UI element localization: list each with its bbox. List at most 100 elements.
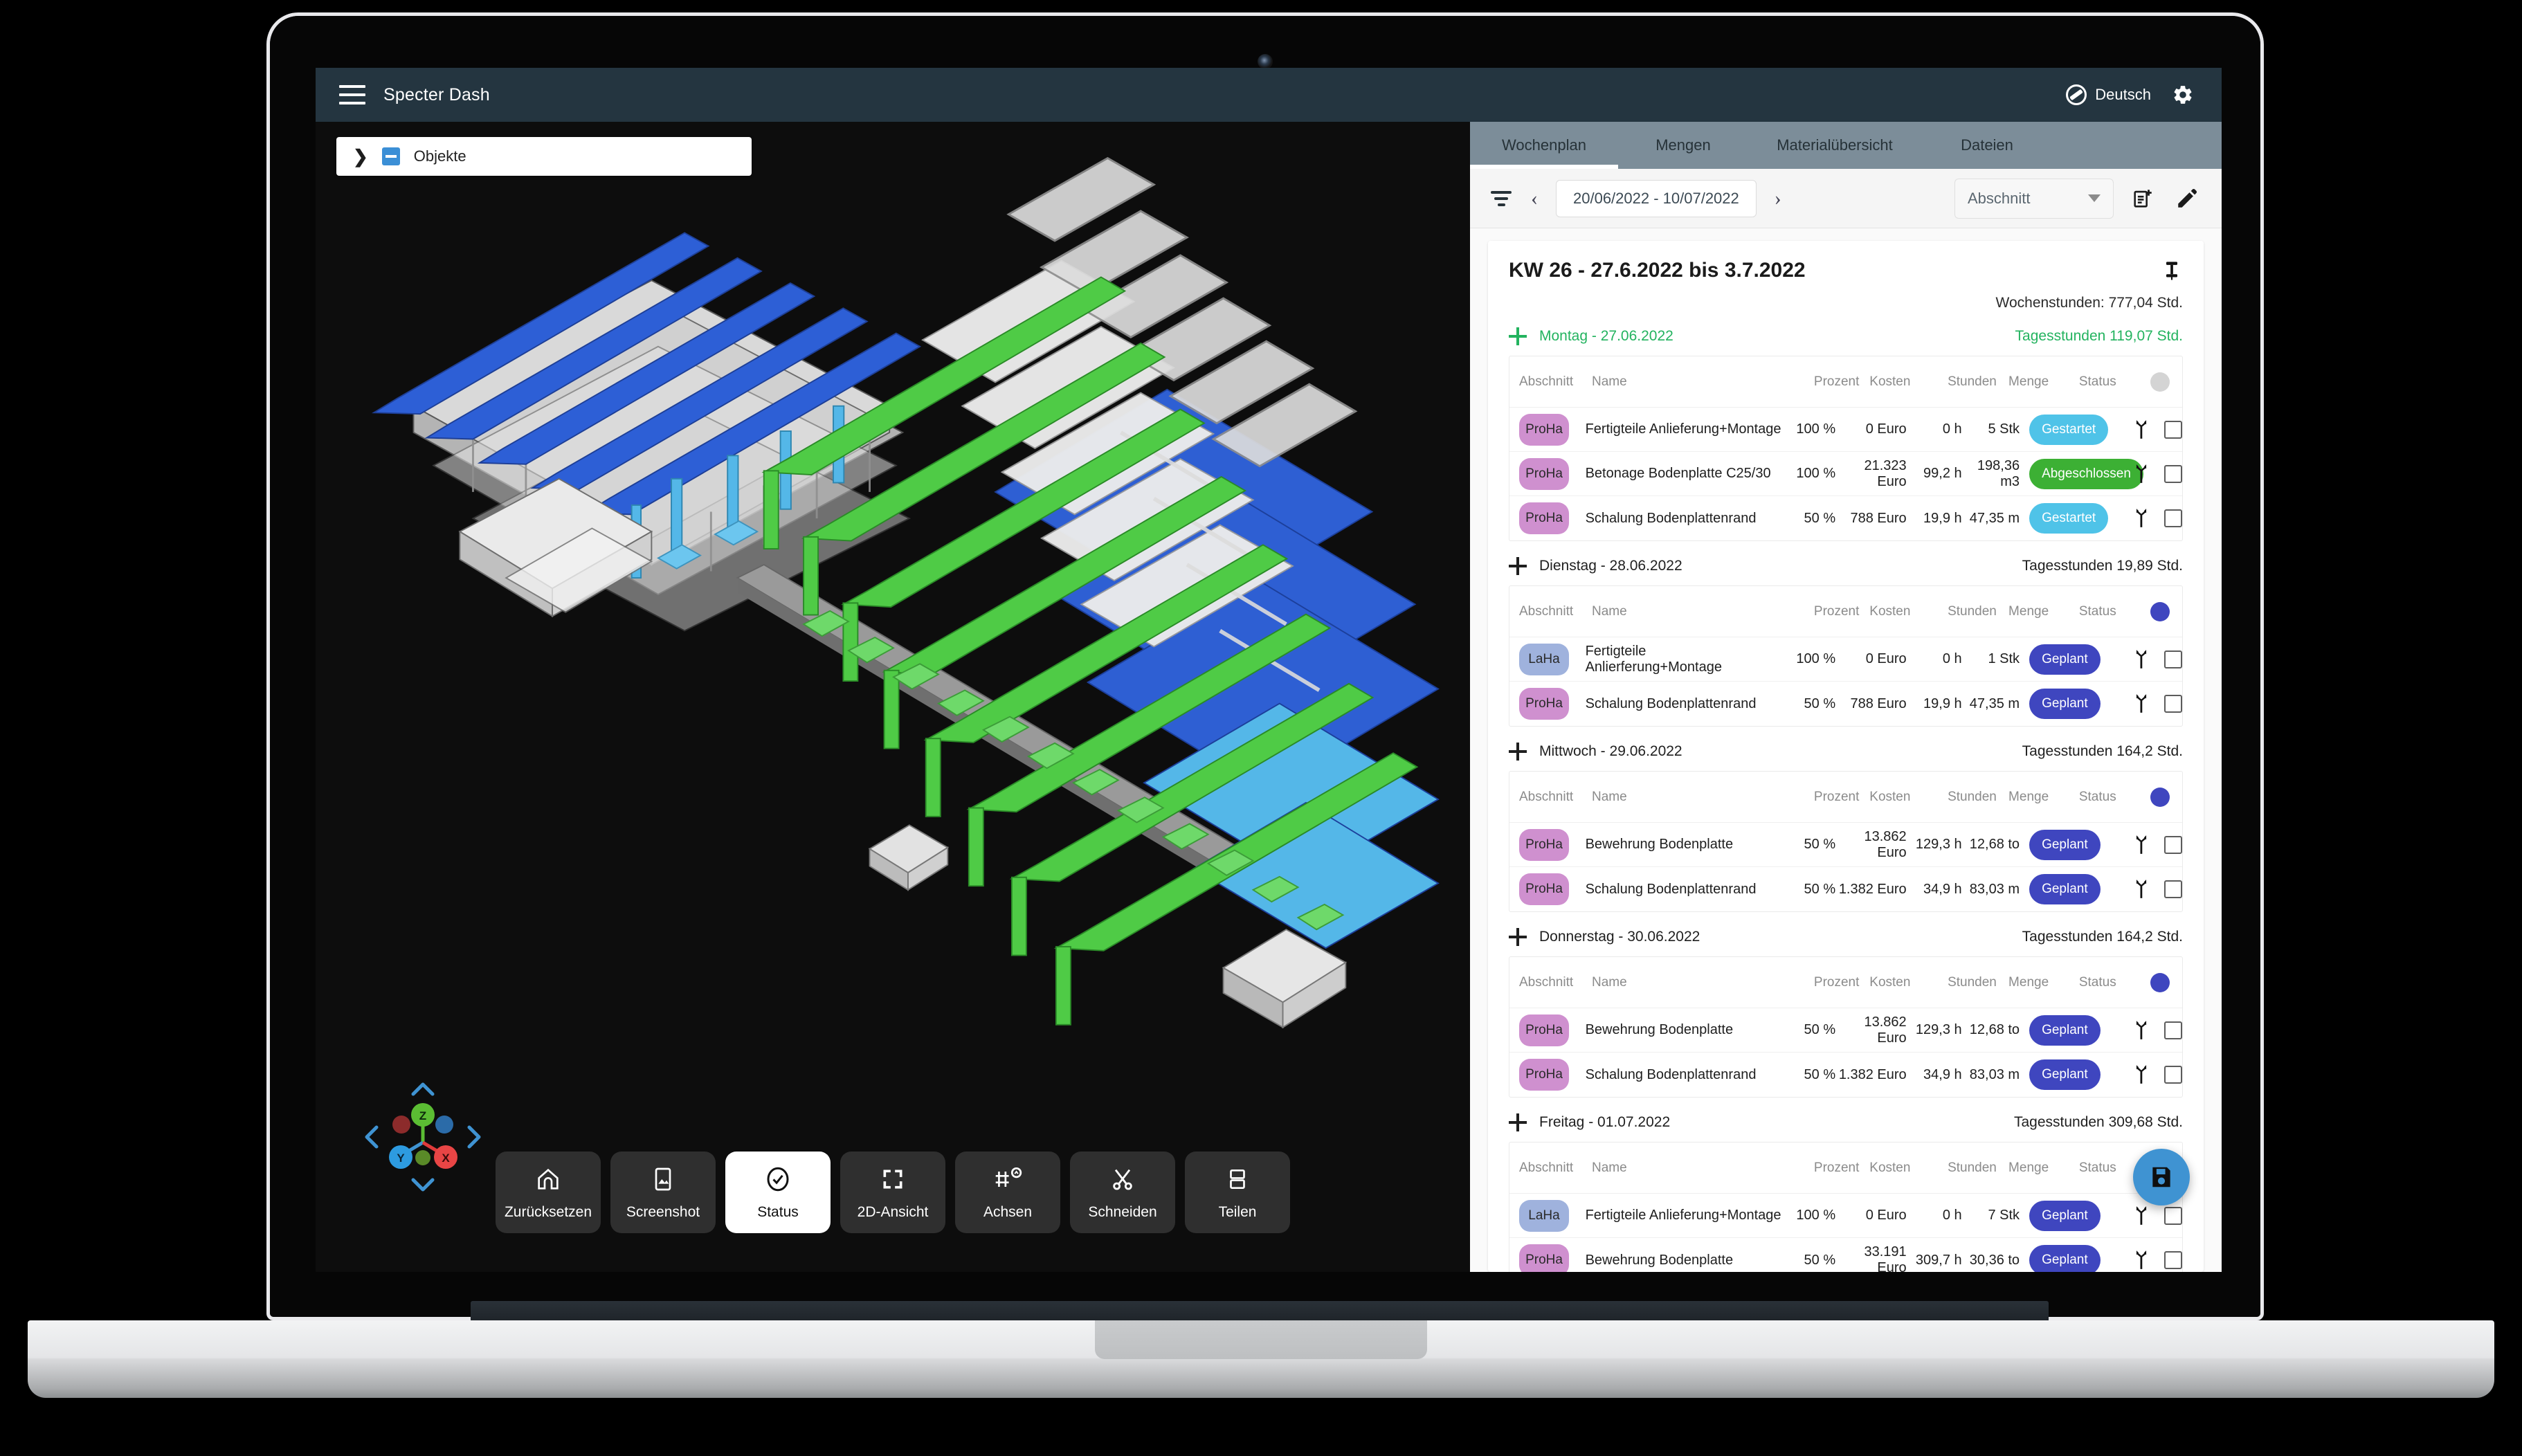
abschnitt-chip[interactable]: ProHa	[1519, 1014, 1569, 1046]
row-checkbox[interactable]	[2164, 835, 2182, 854]
day-label: Montag - 27.06.2022	[1539, 328, 1673, 344]
status-badge[interactable]: Geplant	[2029, 874, 2101, 904]
gear-icon[interactable]	[2172, 84, 2194, 106]
chevron-right-icon[interactable]: ❯	[353, 147, 368, 165]
abschnitt-chip[interactable]: ProHa	[1519, 1059, 1569, 1091]
tab-mengen[interactable]: Mengen	[1618, 122, 1748, 169]
tab-dateien[interactable]: Dateien	[1921, 122, 2053, 169]
tool-screenshot[interactable]: Screenshot	[610, 1152, 716, 1233]
abschnitt-chip[interactable]: LaHa	[1519, 1199, 1569, 1232]
3d-model-scene[interactable]	[316, 122, 1470, 1272]
status-badge[interactable]: Geplant	[2029, 1059, 2101, 1090]
table-row[interactable]: ProHa Schalung Bodenplattenrand 50 % 788 Eu…	[1509, 496, 2182, 540]
branch-icon[interactable]	[2132, 1205, 2150, 1226]
add-task-icon[interactable]	[1509, 743, 1527, 761]
cell-status: Geplant	[2020, 1245, 2101, 1272]
row-checkbox[interactable]	[2164, 420, 2182, 439]
branch-icon[interactable]	[2132, 1250, 2150, 1271]
pencil-icon[interactable]	[2172, 183, 2202, 214]
branch-icon[interactable]	[2132, 1064, 2150, 1085]
pin-icon[interactable]	[2161, 259, 2183, 282]
branch-icon[interactable]	[2132, 649, 2150, 670]
add-task-icon[interactable]	[1509, 1113, 1527, 1131]
add-task-icon[interactable]	[1509, 557, 1527, 575]
tab-materialuebersicht[interactable]: Materialübersicht	[1748, 122, 1921, 169]
status-badge[interactable]: Geplant	[2029, 644, 2101, 675]
abschnitt-chip[interactable]: ProHa	[1519, 688, 1569, 720]
status-badge[interactable]: Gestartet	[2029, 414, 2109, 445]
table-row[interactable]: LaHa Fertigteile Anlierferung+Montage 100 …	[1509, 637, 2182, 682]
row-checkbox[interactable]	[2164, 650, 2182, 668]
branch-icon[interactable]	[2132, 508, 2150, 529]
status-badge[interactable]: Gestartet	[2029, 503, 2109, 534]
tool-2d-ansicht[interactable]: 2D-Ansicht	[840, 1152, 945, 1233]
day-status-dot[interactable]	[2150, 972, 2170, 992]
model-viewer[interactable]: ❯ Objekte Z Y X Zurücksetzen Screenshot …	[316, 122, 1470, 1272]
row-checkbox[interactable]	[2164, 1066, 2182, 1084]
branch-icon[interactable]	[2132, 693, 2150, 714]
status-badge[interactable]: Geplant	[2029, 689, 2101, 719]
table-row[interactable]: ProHa Betonage Bodenplatte C25/30 100 % 21.…	[1509, 452, 2182, 496]
tool-zuruecksetzen[interactable]: Zurücksetzen	[496, 1152, 601, 1233]
table-row[interactable]: ProHa Fertigteile Anlieferung+Montage 100 …	[1509, 408, 2182, 452]
cell-status: Gestartet	[2020, 503, 2109, 534]
navigation-gizmo[interactable]: Z Y X	[357, 1075, 489, 1199]
table-row[interactable]: ProHa Bewehrung Bodenplatte 50 % 33.191 Eur…	[1509, 1238, 2182, 1272]
prev-week-button[interactable]: ‹	[1527, 187, 1542, 210]
abschnitt-chip[interactable]: ProHa	[1519, 1244, 1569, 1272]
row-checkbox[interactable]	[2164, 1206, 2182, 1225]
column-header: Menge	[2008, 1160, 2049, 1175]
save-button[interactable]	[2133, 1149, 2190, 1205]
tab-wochenplan[interactable]: Wochenplan	[1470, 122, 1618, 169]
day-status-dot[interactable]	[2150, 601, 2170, 621]
abschnitt-chip[interactable]: ProHa	[1519, 502, 1569, 534]
section-select[interactable]: Abschnitt	[1954, 178, 2114, 219]
branch-icon[interactable]	[2132, 464, 2150, 484]
table-row[interactable]: ProHa Bewehrung Bodenplatte 50 % 13.862 Eur…	[1509, 823, 2182, 867]
row-checkbox[interactable]	[2164, 509, 2182, 527]
status-badge[interactable]: Geplant	[2029, 829, 2101, 860]
tool-status[interactable]: Status	[725, 1152, 831, 1233]
add-task-icon[interactable]	[1509, 928, 1527, 946]
branch-icon[interactable]	[2132, 835, 2150, 855]
tool-teilen[interactable]: Teilen	[1185, 1152, 1290, 1233]
row-checkbox[interactable]	[2164, 1021, 2182, 1039]
table-row[interactable]: ProHa Schalung Bodenplattenrand 50 % 1.382 …	[1509, 1053, 2182, 1097]
abschnitt-chip[interactable]: ProHa	[1519, 828, 1569, 861]
date-range-field[interactable]: 20/06/2022 - 10/07/2022	[1556, 179, 1757, 217]
row-checkbox[interactable]	[2164, 1251, 2182, 1269]
cell-name: Schalung Bodenplattenrand	[1585, 1066, 1757, 1082]
status-badge[interactable]: Geplant	[2029, 1014, 2101, 1046]
table-row[interactable]: ProHa Bewehrung Bodenplatte 50 % 13.862 Eur…	[1509, 1008, 2182, 1053]
table-row[interactable]: ProHa Schalung Bodenplattenrand 50 % 788 Eu…	[1509, 682, 2182, 726]
tool-label: Status	[757, 1204, 799, 1220]
branch-icon[interactable]	[2132, 419, 2150, 440]
status-badge[interactable]: Abgeschlossen	[2029, 458, 2143, 489]
row-checkbox[interactable]	[2164, 464, 2182, 483]
filter-icon[interactable]	[1489, 188, 1513, 209]
status-badge[interactable]: Geplant	[2029, 1245, 2101, 1272]
abschnitt-chip[interactable]: ProHa	[1519, 873, 1569, 905]
day-status-dot[interactable]	[2150, 787, 2170, 807]
table-row[interactable]: LaHa Fertigteile Anlieferung+Montage 100 %…	[1509, 1194, 2182, 1238]
next-week-button[interactable]: ›	[1770, 187, 1786, 210]
branch-icon[interactable]	[2132, 1020, 2150, 1041]
collapse-minus-icon[interactable]	[381, 147, 400, 165]
row-checkbox[interactable]	[2164, 695, 2182, 713]
objects-panel[interactable]: ❯ Objekte	[336, 137, 752, 176]
add-task-icon[interactable]	[1509, 327, 1527, 345]
row-checkbox[interactable]	[2164, 880, 2182, 898]
day-status-dot[interactable]	[2150, 372, 2170, 392]
table-row[interactable]: ProHa Schalung Bodenplattenrand 50 % 1.382 …	[1509, 867, 2182, 911]
hamburger-icon[interactable]	[339, 85, 365, 104]
abschnitt-chip[interactable]: ProHa	[1519, 413, 1569, 446]
abschnitt-chip[interactable]: LaHa	[1519, 643, 1569, 675]
status-badge[interactable]: Geplant	[2029, 1200, 2101, 1231]
tool-achsen[interactable]: Achsen	[955, 1152, 1060, 1233]
branch-icon[interactable]	[2132, 879, 2150, 900]
abschnitt-chip[interactable]: ProHa	[1519, 457, 1569, 490]
language-switcher[interactable]: Deutsch	[2066, 84, 2151, 105]
tool-schneiden[interactable]: Schneiden	[1070, 1152, 1175, 1233]
add-document-icon[interactable]	[2128, 183, 2158, 214]
cell-abschnitt: LaHa	[1509, 643, 1586, 675]
